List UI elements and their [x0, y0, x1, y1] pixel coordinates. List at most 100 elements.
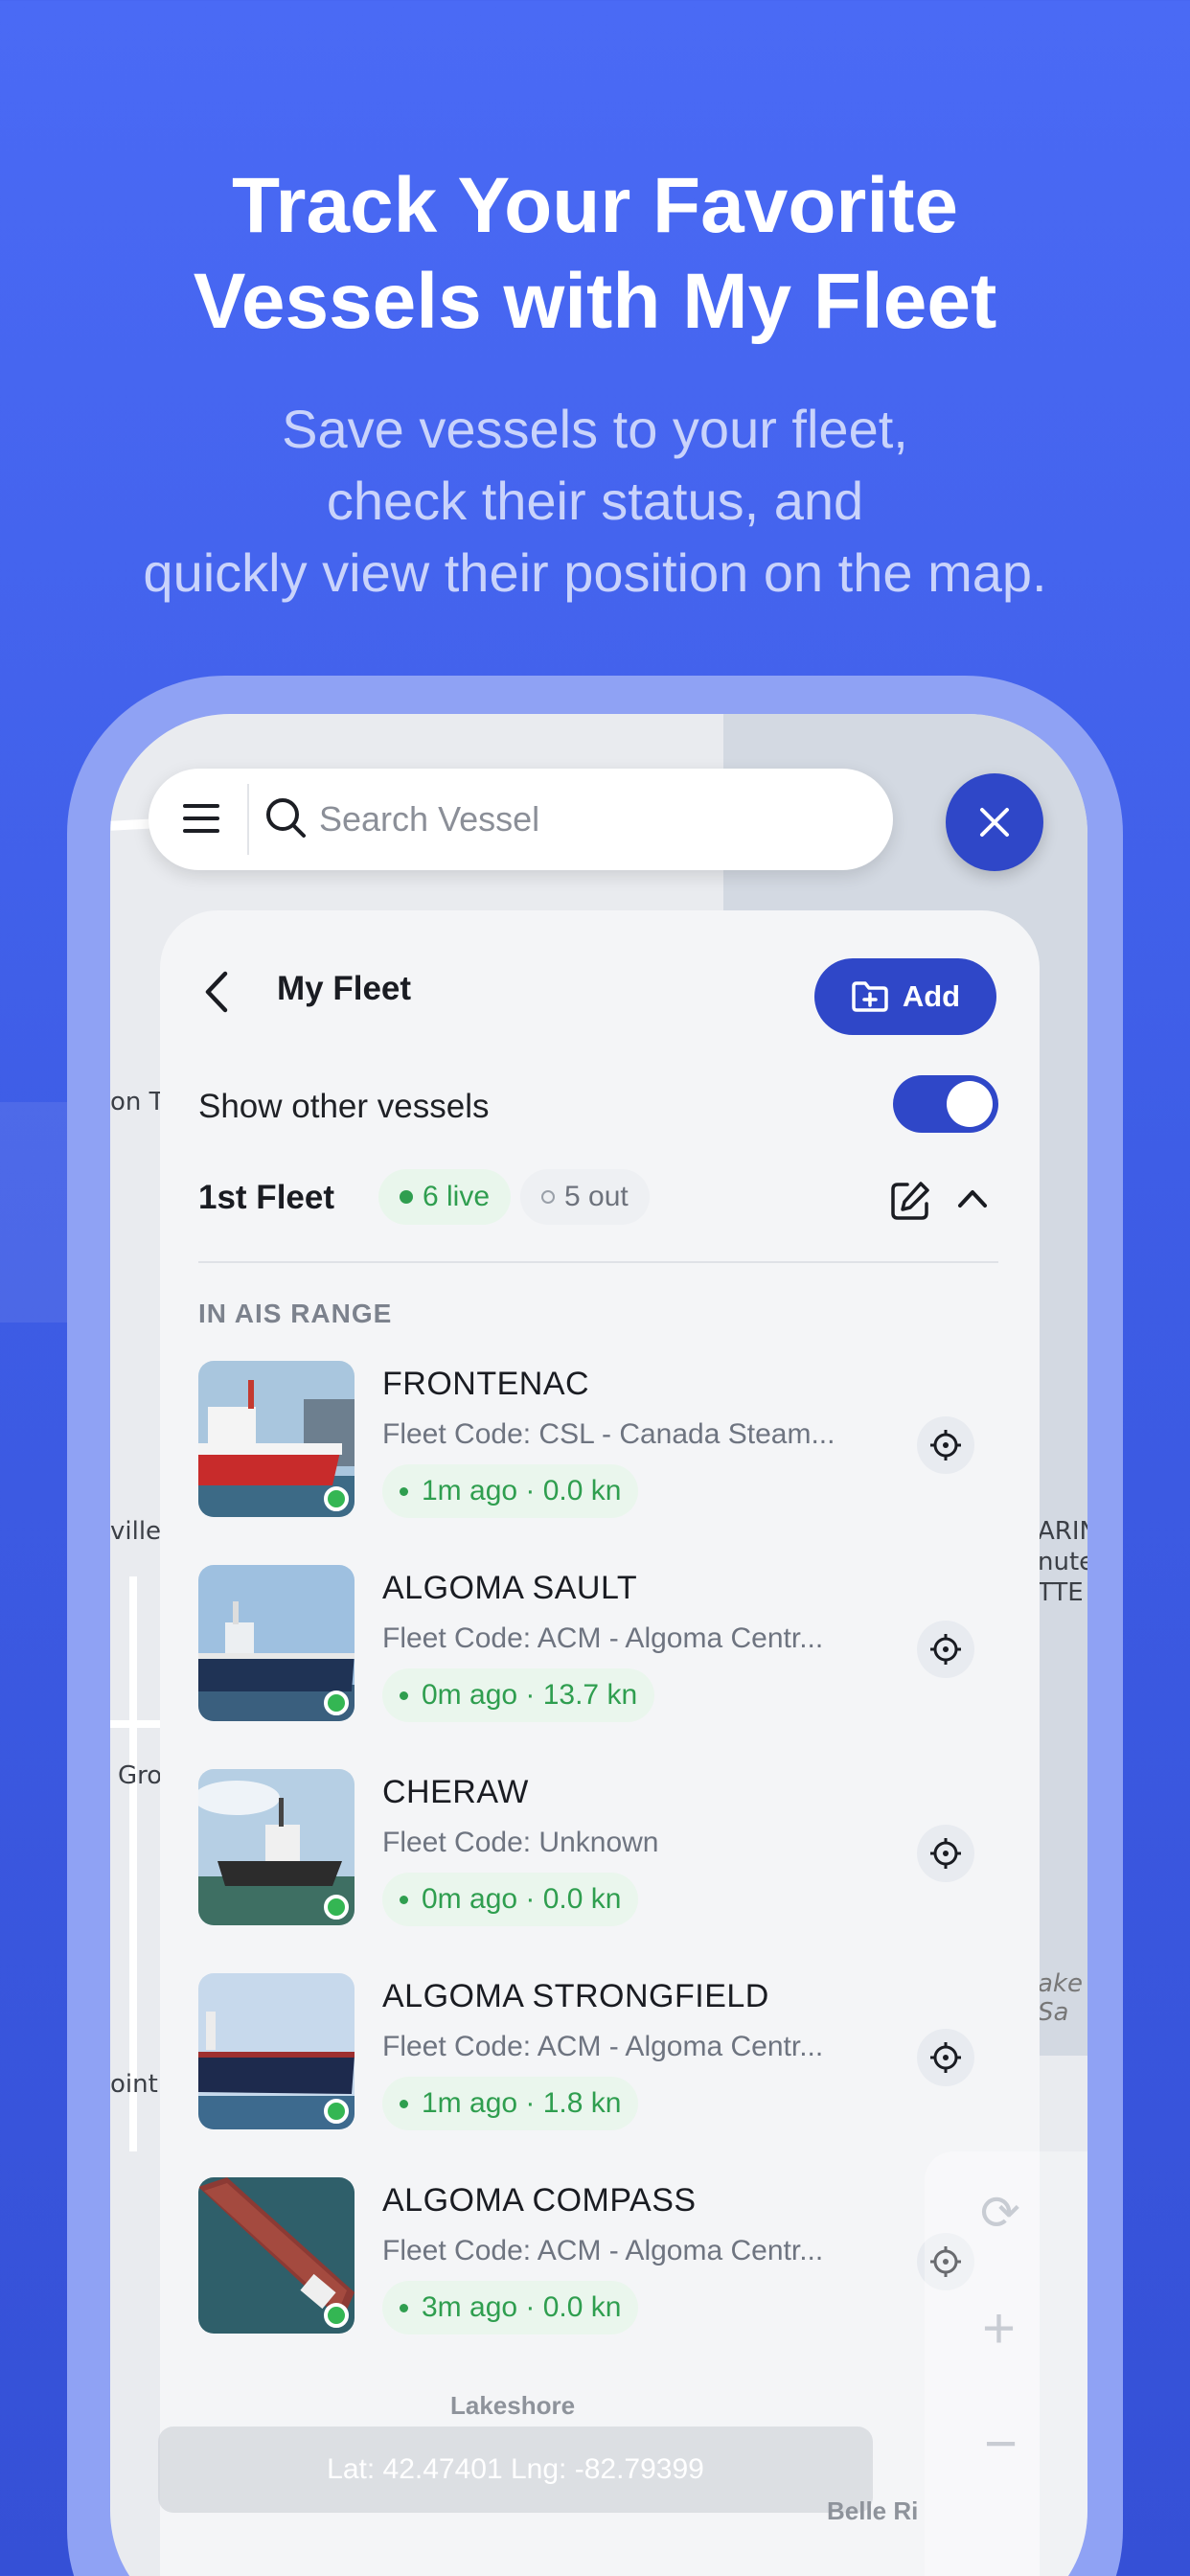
divider [198, 1261, 998, 1263]
map-road [129, 1576, 137, 2151]
vessel-fleet-code: Fleet Code: ACM - Algoma Centr... [382, 2235, 824, 2266]
zoom-in-icon[interactable]: + [982, 2295, 1016, 2361]
zoom-out-icon[interactable]: − [984, 2410, 1018, 2476]
locate-vessel-button[interactable] [917, 2029, 974, 2086]
vessel-photo [198, 2177, 355, 2334]
vessel-name: ALGOMA COMPASS [382, 2182, 697, 2219]
vessel-status-badge: 0m ago · 0.0 kn [382, 1873, 639, 1926]
vessel-list-item[interactable]: FRONTENAC Fleet Code: CSL - Canada Steam… [160, 1361, 1040, 1565]
my-fleet-panel: My Fleet Add Show other vessels 1st Flee… [160, 910, 1040, 2576]
vessel-list: FRONTENAC Fleet Code: CSL - Canada Steam… [160, 1361, 1040, 2381]
vessel-list-item[interactable]: ALGOMA STRONGFIELD Fleet Code: ACM - Alg… [160, 1973, 1040, 2177]
folder-add-icon [852, 981, 888, 1012]
status-dot-icon [400, 2303, 408, 2312]
online-status-dot [324, 2303, 349, 2328]
vessel-photo [198, 1769, 355, 1925]
close-icon [980, 808, 1009, 837]
vessel-name: FRONTENAC [382, 1366, 590, 1402]
map-place-label: ville [110, 1517, 162, 1546]
close-button[interactable] [946, 773, 1043, 871]
vessel-photo [198, 1361, 355, 1517]
live-count-badge: 6 live [378, 1169, 512, 1225]
search-icon [266, 798, 306, 838]
panel-title: My Fleet [277, 970, 412, 1007]
online-status-dot [324, 1486, 349, 1511]
show-other-vessels-label: Show other vessels [198, 1088, 490, 1125]
map-place-label: on T [110, 1088, 165, 1116]
vessel-status-label: 3m ago · 0.0 kn [422, 2291, 622, 2323]
search-bar [149, 769, 893, 870]
status-dot-icon [400, 1690, 408, 1700]
map-place-label: ARIN [1038, 1517, 1087, 1546]
vessel-status-label: 1m ago · 0.0 kn [422, 1475, 622, 1506]
map-place-label: nute [1038, 1548, 1087, 1576]
vessel-name: ALGOMA SAULT [382, 1570, 638, 1606]
hero-subtitle-line-2: check their status, and [326, 471, 864, 531]
vessel-status-badge: 0m ago · 13.7 kn [382, 1668, 655, 1722]
vessel-name: ALGOMA STRONGFIELD [382, 1978, 769, 2014]
vessel-list-item[interactable]: ALGOMA COMPASS Fleet Code: ACM - Algoma … [160, 2177, 1040, 2381]
crosshair-icon [930, 1430, 961, 1460]
coordinate-text: Lat: 42.47401 Lng: -82.79399 [327, 2453, 704, 2485]
hamburger-menu-icon[interactable] [183, 804, 219, 835]
vessel-fleet-code: Fleet Code: ACM - Algoma Centr... [382, 1622, 824, 1654]
add-button-label: Add [902, 979, 961, 1013]
online-status-dot [324, 1690, 349, 1715]
status-dot-icon [400, 1486, 408, 1496]
crosshair-icon [930, 1838, 961, 1869]
online-status-dot [324, 1895, 349, 1920]
toggle-knob [947, 1081, 993, 1127]
vessel-photo [198, 1973, 355, 2129]
map-road [110, 1720, 168, 1728]
map-place-label: Gro [118, 1761, 163, 1790]
map-place-label: oint [110, 2070, 158, 2099]
crosshair-icon [930, 2042, 961, 2073]
search-divider [247, 784, 249, 855]
vessel-status-label: 0m ago · 0.0 kn [422, 1883, 622, 1915]
phone-screen: on T ville Gro oint ARIN nute TTE ake Sa… [110, 714, 1087, 2576]
vessel-status-badge: 3m ago · 0.0 kn [382, 2281, 639, 2334]
vessel-status-badge: 1m ago · 0.0 kn [382, 1464, 639, 1518]
map-place-label: Belle Ri [827, 2496, 919, 2525]
edit-icon[interactable] [888, 1179, 932, 1223]
locate-vessel-button[interactable] [917, 1621, 974, 1678]
vessel-status-badge: 1m ago · 1.8 kn [382, 2077, 639, 2130]
hero-title-line-2: Vessels with My Fleet [193, 258, 997, 345]
out-dot-icon [541, 1190, 555, 1204]
hero-subtitle-line-1: Save vessels to your fleet, [282, 399, 908, 459]
vessel-name: CHERAW [382, 1774, 529, 1810]
refresh-icon[interactable]: ⟳ [980, 2185, 1020, 2241]
fleet-name: 1st Fleet [198, 1179, 334, 1216]
hero-title-line-1: Track Your Favorite [231, 162, 959, 249]
vessel-status-label: 0m ago · 13.7 kn [422, 1679, 638, 1711]
vessel-fleet-code: Fleet Code: Unknown [382, 1827, 659, 1858]
back-chevron-icon[interactable] [198, 968, 237, 1016]
live-count-label: 6 live [423, 1181, 491, 1212]
live-dot-icon [400, 1190, 413, 1204]
out-count-badge: 5 out [520, 1169, 650, 1225]
add-button[interactable]: Add [814, 958, 996, 1035]
vessel-list-item[interactable]: CHERAW Fleet Code: Unknown 0m ago · 0.0 … [160, 1769, 1040, 1973]
vessel-fleet-code: Fleet Code: ACM - Algoma Centr... [382, 2031, 824, 2062]
out-count-label: 5 out [564, 1181, 629, 1212]
section-label: IN AIS RANGE [198, 1299, 393, 1328]
status-dot-icon [400, 1895, 408, 1904]
status-dot-icon [400, 2099, 408, 2108]
coordinate-readout: Lat: 42.47401 Lng: -82.79399 [158, 2426, 873, 2513]
vessel-photo [198, 1565, 355, 1721]
search-input[interactable] [319, 786, 856, 853]
vessel-status-label: 1m ago · 1.8 kn [422, 2087, 622, 2119]
locate-vessel-button[interactable] [917, 1416, 974, 1474]
map-place-label: ake Sa [1038, 1969, 1083, 2027]
online-status-dot [324, 2099, 349, 2124]
show-other-vessels-toggle[interactable] [893, 1075, 998, 1133]
map-place-label: TTE [1038, 1578, 1084, 1607]
vessel-list-item[interactable]: ALGOMA SAULT Fleet Code: ACM - Algoma Ce… [160, 1565, 1040, 1769]
hero-subtitle: Save vessels to your fleet, check their … [0, 393, 1190, 609]
locate-vessel-button[interactable] [917, 1825, 974, 1882]
chevron-up-icon[interactable] [955, 1184, 990, 1213]
crosshair-icon [930, 1634, 961, 1665]
map-place-label: Lakeshore [450, 2391, 576, 2420]
hero-subtitle-line-3: quickly view their position on the map. [143, 542, 1047, 603]
hero-title: Track Your Favorite Vessels with My Flee… [0, 158, 1190, 350]
